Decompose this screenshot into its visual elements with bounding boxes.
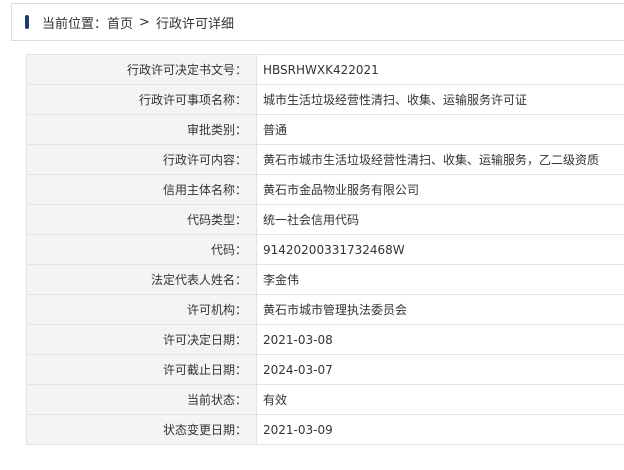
table-row: 许可截止日期： 2024-03-07 — [26, 354, 624, 385]
field-value: 黄石市城市生活垃圾经营性清扫、收集、运输服务，乙二级资质 — [256, 144, 624, 175]
field-value: 城市生活垃圾经营性清扫、收集、运输服务许可证 — [256, 84, 624, 115]
field-value: 黄石市金品物业服务有限公司 — [256, 174, 624, 205]
field-label: 行政许可事项名称： — [26, 84, 257, 115]
field-label: 代码： — [26, 234, 257, 265]
field-label: 状态变更日期： — [26, 414, 257, 445]
field-label: 代码类型： — [26, 204, 257, 235]
field-label: 行政许可决定书文号： — [26, 54, 257, 85]
field-label: 许可机构： — [26, 294, 257, 325]
field-value: HBSRHWXK422021 — [256, 54, 624, 85]
breadcrumb-separator: > — [139, 14, 150, 30]
field-label: 许可决定日期： — [26, 324, 257, 355]
table-row: 行政许可事项名称： 城市生活垃圾经营性清扫、收集、运输服务许可证 — [26, 84, 624, 115]
table-row: 代码： 91420200331732468W — [26, 234, 624, 265]
breadcrumb-prefix: 当前位置： — [42, 16, 108, 32]
breadcrumb: 当前位置： 首页 > 行政许可详细 — [11, 3, 624, 41]
table-row: 行政许可内容： 黄石市城市生活垃圾经营性清扫、收集、运输服务，乙二级资质 — [26, 144, 624, 175]
field-value: 91420200331732468W — [256, 234, 624, 265]
license-detail-page: 当前位置： 首页 > 行政许可详细 行政许可决定书文号： HBSRHWXK422… — [0, 0, 624, 470]
field-value: 2024-03-07 — [256, 354, 624, 385]
table-row: 代码类型： 统一社会信用代码 — [26, 204, 624, 235]
field-value: 2021-03-08 — [256, 324, 624, 355]
field-label: 审批类别： — [26, 114, 257, 145]
table-row: 许可决定日期： 2021-03-08 — [26, 324, 624, 355]
table-row: 法定代表人姓名： 李金伟 — [26, 264, 624, 295]
field-value: 普通 — [256, 114, 624, 145]
field-label: 行政许可内容： — [26, 144, 257, 175]
table-row: 状态变更日期： 2021-03-09 — [26, 414, 624, 445]
field-value: 黄石市城市管理执法委员会 — [256, 294, 624, 325]
field-label: 许可截止日期： — [26, 354, 257, 385]
field-label: 当前状态： — [26, 384, 257, 415]
license-detail-table: 行政许可决定书文号： HBSRHWXK422021 行政许可事项名称： 城市生活… — [26, 54, 624, 445]
breadcrumb-marker-bar — [25, 15, 29, 29]
breadcrumb-current: 行政许可详细 — [155, 16, 234, 32]
breadcrumb-home-link[interactable]: 首页 — [107, 13, 133, 32]
table-row: 审批类别： 普通 — [26, 114, 624, 145]
field-value: 2021-03-09 — [256, 414, 624, 445]
field-value: 统一社会信用代码 — [256, 204, 624, 235]
table-row: 信用主体名称： 黄石市金品物业服务有限公司 — [26, 174, 624, 205]
field-label: 法定代表人姓名： — [26, 264, 257, 295]
table-row: 许可机构： 黄石市城市管理执法委员会 — [26, 294, 624, 325]
field-value: 李金伟 — [256, 264, 624, 295]
table-row: 行政许可决定书文号： HBSRHWXK422021 — [26, 54, 624, 85]
field-label: 信用主体名称： — [26, 174, 257, 205]
table-row: 当前状态： 有效 — [26, 384, 624, 415]
field-value: 有效 — [256, 384, 624, 415]
